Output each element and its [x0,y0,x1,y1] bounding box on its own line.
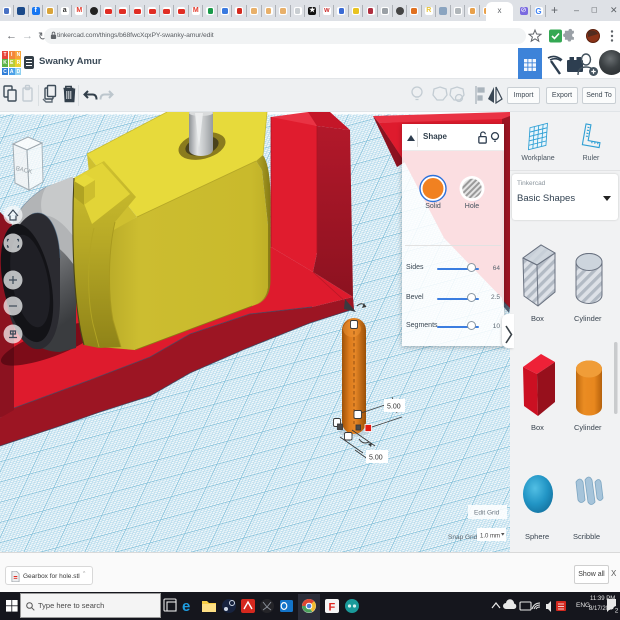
svg-text:Box: Box [531,423,544,432]
svg-text:F: F [329,602,336,614]
svg-text:Cylinder: Cylinder [574,423,602,432]
svg-text:Cylinder: Cylinder [574,314,602,323]
svg-text:5.00: 5.00 [387,404,401,411]
svg-text:5.00: 5.00 [369,455,383,462]
svg-text:2: 2 [615,607,619,614]
svg-text:Sphere: Sphere [525,532,549,541]
svg-text:Box: Box [531,314,544,323]
svg-text:Edit Grid: Edit Grid [474,510,500,517]
svg-text:e: e [182,598,190,615]
svg-text:Scribble: Scribble [573,532,600,541]
svg-text:Snap Grid: Snap Grid [448,534,478,541]
svg-text:1.0 mm: 1.0 mm [480,534,500,540]
